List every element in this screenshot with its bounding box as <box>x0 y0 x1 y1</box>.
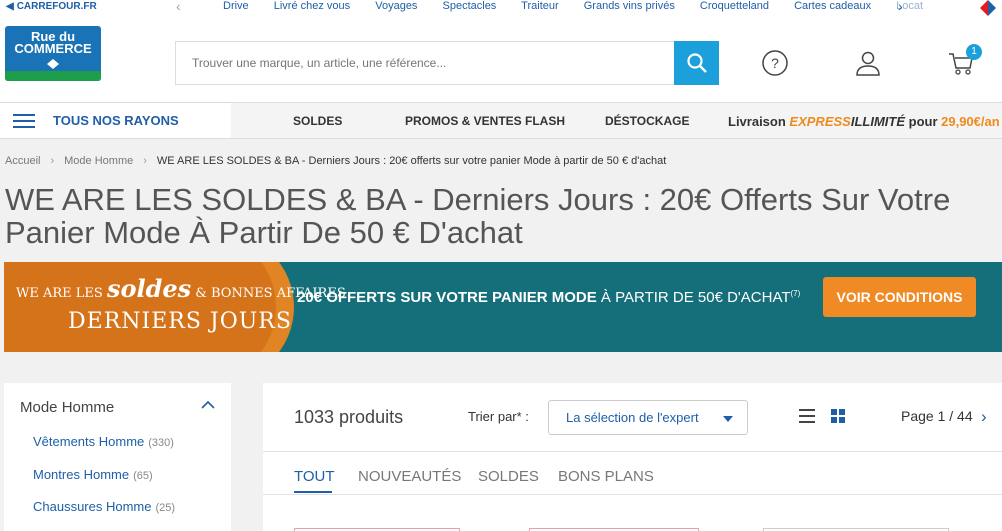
all-categories-button[interactable]: TOUS NOS RAYONS <box>0 103 231 138</box>
chevron-left-icon: ◀ <box>6 1 14 12</box>
nav-item-soldes[interactable]: SOLDES <box>293 114 342 128</box>
product-count: 1033 produits <box>294 407 404 427</box>
tab-bons-plans[interactable]: BONS PLANS <box>558 468 654 485</box>
breadcrumb-separator: › <box>143 155 147 167</box>
breadcrumb-separator: › <box>50 155 55 167</box>
promo-banner[interactable]: WE ARE LES soldes & BONNES AFFAIRES DERN… <box>4 262 1002 352</box>
divider <box>263 494 1002 495</box>
svg-text:?: ? <box>771 55 779 71</box>
express-delivery-promo[interactable]: Livraison EXPRESSILLIMITÉ pour 29,90€/an <box>728 114 1000 129</box>
cart-count-badge: 1 <box>966 44 982 60</box>
tab-tout[interactable]: TOUT <box>294 468 335 485</box>
top-link-delivery[interactable]: Livré chez vous <box>274 0 350 12</box>
sidebar-item-montres[interactable]: Montres Homme (65) <box>33 467 153 482</box>
top-link-croquetteland[interactable]: Croquetteland <box>700 0 769 12</box>
top-link-catering[interactable]: Traiteur <box>521 0 559 12</box>
site-header: Rue du COMMERCE ? 1 <box>0 16 1002 102</box>
search-input[interactable] <box>176 42 674 84</box>
search-icon <box>686 53 707 73</box>
list-view-icon[interactable] <box>799 409 815 423</box>
grid-view-icon[interactable] <box>831 409 845 423</box>
carrefour-mark-icon <box>47 59 59 69</box>
results-panel: 1033 produits Trier par* : La sélection … <box>263 383 1002 531</box>
category-sidebar: Mode Homme Vêtements Homme (330) Montres … <box>4 383 231 531</box>
sidebar-heading[interactable]: Mode Homme <box>20 399 114 416</box>
logo-green-stripe <box>5 71 101 81</box>
pagination-label: Page 1 / 44 <box>901 408 973 424</box>
top-link-shows[interactable]: Spectacles <box>443 0 497 12</box>
links-prev-arrow[interactable]: ‹ <box>176 0 181 14</box>
breadcrumb-mode-homme[interactable]: Mode Homme <box>64 155 133 167</box>
help-icon[interactable]: ? <box>761 49 789 77</box>
tab-soldes[interactable]: SOLDES <box>478 468 539 485</box>
links-next-arrow[interactable]: › <box>898 0 903 14</box>
top-link-wines[interactable]: Grands vins privés <box>584 0 675 12</box>
sort-label: Trier par* : <box>468 409 529 424</box>
banner-offer-text: 20€ OFFERTS SUR VOTRE PANIER MODE À PART… <box>297 289 801 306</box>
dropdown-caret-icon <box>723 416 733 422</box>
active-tab-indicator <box>294 491 332 493</box>
sort-select[interactable]: La sélection de l'expert <box>548 400 748 435</box>
breadcrumb: Accueil › Mode Homme › WE ARE LES SOLDES & B… <box>5 155 666 167</box>
banner-derniers-jours: DERNIERS JOURS <box>68 309 292 334</box>
top-links: Drive Livré chez vous Voyages Spectacles… <box>223 0 945 12</box>
next-page-icon[interactable]: › <box>981 407 987 427</box>
nav-item-promos[interactable]: PROMOS & VENTES FLASH <box>405 114 565 128</box>
tab-nouveautes[interactable]: NOUVEAUTÉS <box>358 468 461 485</box>
sidebar-item-chaussures[interactable]: Chaussures Homme (25) <box>33 499 175 514</box>
search-button[interactable] <box>674 41 719 85</box>
nav-item-destockage[interactable]: DÉSTOCKAGE <box>605 114 689 128</box>
search-field[interactable] <box>175 41 675 85</box>
divider <box>263 451 1002 452</box>
sidebar-item-vetements[interactable]: Vêtements Homme (330) <box>33 434 174 449</box>
top-link-giftcards[interactable]: Cartes cadeaux <box>794 0 871 12</box>
chevron-up-icon[interactable] <box>200 397 216 413</box>
view-conditions-button[interactable]: VOIR CONDITIONS <box>823 277 976 317</box>
top-link-drive[interactable]: Drive <box>223 0 249 12</box>
top-link-travel[interactable]: Voyages <box>375 0 417 12</box>
rue-du-commerce-logo[interactable]: Rue du COMMERCE <box>5 26 101 81</box>
account-icon[interactable] <box>854 49 882 77</box>
page-title: WE ARE LES SOLDES & BA - Derniers Jours … <box>5 182 951 250</box>
main-nav: TOUS NOS RAYONS SOLDES PROMOS & VENTES F… <box>0 102 1002 139</box>
breadcrumb-current: WE ARE LES SOLDES & BA - Derniers Jours … <box>156 155 667 167</box>
carrefour-link[interactable]: ◀ CARREFOUR.FR <box>6 1 97 12</box>
breadcrumb-home[interactable]: Accueil <box>5 155 40 167</box>
top-links-bar: ◀ CARREFOUR.FR ‹ Drive Livré chez vous Vo… <box>0 0 1002 16</box>
menu-icon <box>13 113 35 128</box>
